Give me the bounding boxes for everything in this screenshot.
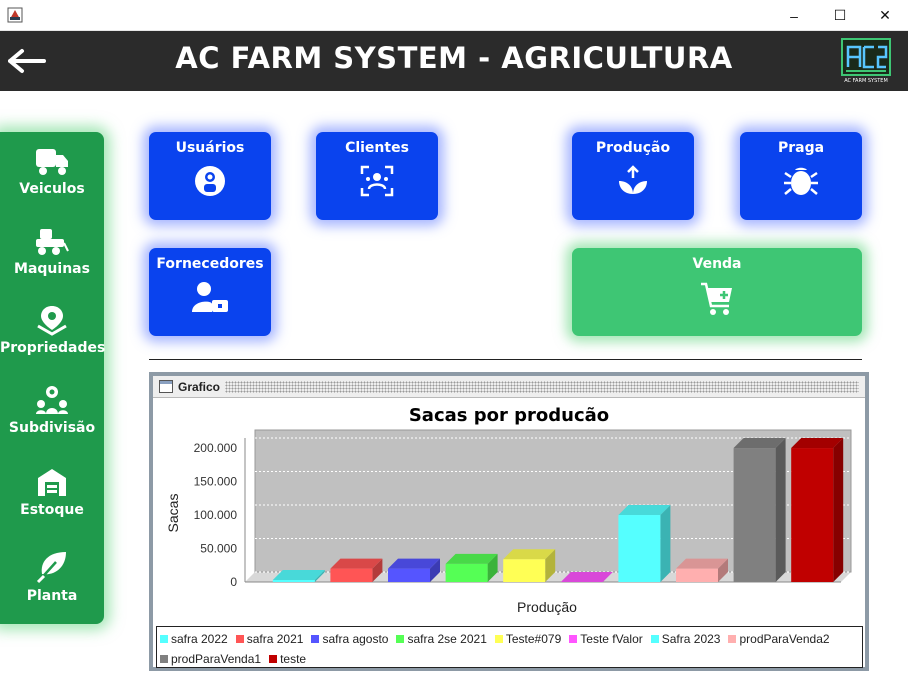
legend-label: safra 2021 — [246, 632, 304, 646]
legend-item: prodParaVenda1 — [160, 649, 261, 669]
x-axis-label: Produção — [517, 599, 577, 615]
bar — [445, 563, 488, 582]
y-tick-label: 150.000 — [194, 475, 238, 489]
legend-item: teste — [269, 649, 306, 669]
legend-swatch — [235, 635, 244, 643]
chart-legend: safra 2022 safra 2021 safra agosto safra 2s… — [156, 626, 863, 668]
sidebar-item-estoque[interactable]: Estoque — [0, 466, 104, 518]
legend-item: safra 2022 — [160, 629, 228, 649]
sidebar-item-maquinas[interactable]: Maquinas — [0, 227, 104, 277]
divider — [149, 359, 862, 360]
user-circle-icon — [195, 166, 225, 196]
legend-label: prodParaVenda2 — [739, 632, 830, 646]
y-axis-label: Sacas — [165, 494, 181, 533]
bar-side — [833, 438, 844, 582]
bar-side — [660, 505, 671, 582]
y-tick-label: 100.000 — [194, 508, 238, 522]
legend-item: safra 2se 2021 — [396, 629, 487, 649]
legend-swatch — [494, 635, 503, 643]
legend-swatch — [396, 635, 405, 643]
legend-swatch — [569, 635, 578, 643]
y-tick-label: 0 — [230, 575, 237, 589]
legend-item: Teste fValor — [569, 629, 643, 649]
y-tick-label: 200.000 — [194, 441, 238, 455]
praga-tile[interactable]: Praga — [740, 132, 862, 220]
cart-add-icon — [701, 282, 732, 315]
bar-side — [775, 438, 786, 582]
bar — [388, 568, 430, 582]
users-pin-icon — [36, 386, 68, 414]
y-tick-label: 50.000 — [200, 542, 237, 556]
logo: AC FARM SYSTEM — [841, 38, 891, 84]
legend-swatch — [728, 635, 737, 643]
plot-area: 0 50.000 100.000 150.000 200.000 — [194, 429, 852, 589]
bar — [733, 448, 776, 582]
truck-icon — [36, 149, 68, 175]
clientes-tile[interactable]: Clientes — [316, 132, 438, 220]
close-button[interactable]: ✕ — [862, 0, 908, 31]
legend-label: safra agosto — [322, 632, 389, 646]
chart-panel-titlebar: Grafico — [153, 376, 865, 398]
legend-swatch — [311, 635, 320, 643]
legend-label: prodParaVenda1 — [171, 652, 262, 666]
chart-title: Sacas por producão — [409, 405, 609, 426]
sidebar: Veiculos Maquinas Propriedades Subdivisã… — [0, 132, 105, 624]
legend-item: Teste#079 — [494, 629, 562, 649]
legend-swatch — [650, 635, 659, 643]
svg-text:AC FARM SYSTEM: AC FARM SYSTEM — [844, 78, 888, 84]
legend-swatch — [160, 635, 168, 643]
bar — [272, 579, 315, 582]
leaf-icon — [36, 552, 66, 584]
legend-label: safra 2se 2021 — [407, 632, 487, 646]
supplier-icon — [192, 282, 228, 312]
legend-label: Safra 2023 — [661, 632, 721, 646]
map-pin-icon — [37, 306, 67, 336]
legend-swatch — [160, 655, 168, 663]
app-icon — [7, 7, 23, 23]
window-titlebar: – ☐ ✕ — [0, 0, 908, 31]
legend-item: prodParaVenda2 — [728, 629, 830, 649]
legend-label: teste — [280, 652, 307, 666]
sidebar-item-planta[interactable]: Planta — [0, 550, 104, 604]
legend-label: Teste#079 — [505, 632, 562, 646]
window-icon — [159, 380, 173, 393]
bug-icon — [784, 167, 818, 195]
chart-panel-title: Grafico — [178, 380, 221, 394]
legend-label: Teste fValor — [580, 632, 643, 646]
sidebar-item-propriedades[interactable]: Propriedades — [0, 304, 105, 356]
page-title: AC FARM SYSTEM - AGRICULTURA — [175, 41, 733, 75]
producao-tile[interactable]: Produção — [572, 132, 694, 220]
tractor-icon — [36, 229, 69, 255]
fornecedores-tile[interactable]: Fornecedores — [149, 248, 271, 336]
bar — [330, 568, 373, 582]
legend-item: Safra 2023 — [650, 629, 721, 649]
face-scan-icon — [360, 165, 394, 197]
sprout-icon — [619, 165, 647, 194]
bar — [791, 448, 834, 582]
sidebar-item-subdivisao[interactable]: Subdivisão — [0, 384, 104, 436]
legend-item: safra 2021 — [235, 629, 304, 649]
legend-swatch — [269, 655, 278, 663]
legend-item: safra agosto — [311, 629, 388, 649]
bar — [503, 559, 546, 582]
chart-panel: Grafico Sacas por producão 0 50.000 100.00… — [149, 372, 869, 671]
usuarios-tile[interactable]: Usuários — [149, 132, 271, 220]
bar — [676, 568, 718, 582]
app-header: AC FARM SYSTEM - AGRICULTURA AC FARM SYS… — [0, 31, 908, 91]
maximize-button[interactable]: ☐ — [817, 0, 863, 31]
minimize-button[interactable]: – — [771, 0, 817, 31]
sidebar-item-veiculos[interactable]: Veiculos — [0, 147, 104, 197]
legend-label: safra 2022 — [171, 632, 228, 646]
warehouse-icon — [38, 469, 66, 496]
chart-frame: Grafico Sacas por producão 0 50.000 100.00… — [153, 376, 865, 668]
venda-tile[interactable]: Venda — [572, 248, 862, 336]
bar — [618, 515, 661, 582]
